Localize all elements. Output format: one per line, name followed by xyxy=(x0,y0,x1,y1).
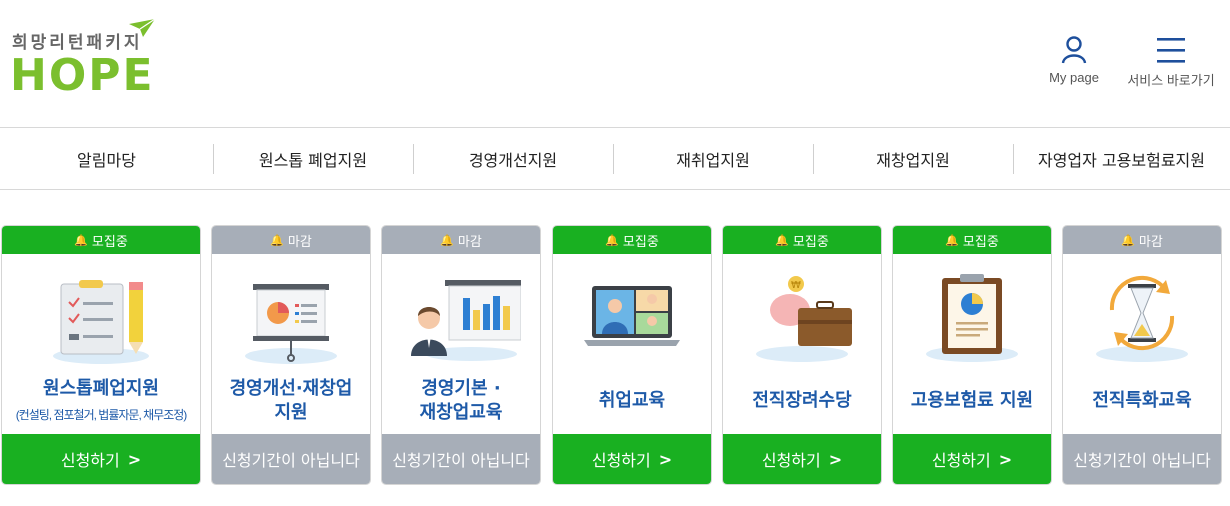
program-card[interactable]: 🔔 모집중 고용보험료 지원 신청하기 > xyxy=(892,225,1052,485)
program-card[interactable]: 🔔 마감 전직특화교육 신청기간이 아닙니다 xyxy=(1062,225,1222,485)
bell-icon: 🔔 xyxy=(270,234,284,247)
apply-button[interactable]: 신청하기 > xyxy=(893,434,1051,484)
bell-icon: 🔔 xyxy=(74,234,88,247)
checklist-pencil-icon xyxy=(2,266,200,376)
apply-button-disabled[interactable]: 신청기간이 아닙니다 xyxy=(212,434,370,484)
card-title: 경영개선·재창업 xyxy=(229,378,353,399)
program-card[interactable]: 🔔 모집중 취업교육 신청하기 > xyxy=(552,225,712,485)
program-card[interactable]: 🔔 모집중 원스톱폐업지원 (컨설팅, 점포철거, 법률자문, 채무조정) 신청하… xyxy=(1,225,201,485)
program-cards: 🔔 모집중 원스톱폐업지원 (컨설팅, 점포철거, 법률자문, 채무조정) 신청하… xyxy=(0,225,1230,487)
main-nav: 알림마당 원스톱 폐업지원 경영개선지원 재취업지원 재창업지원 자영업자 고용… xyxy=(0,127,1230,190)
program-card[interactable]: 🔔 모집중 ₩ 전직장려수당 신청하기 > xyxy=(722,225,882,485)
nav-item-notice[interactable]: 알림마당 xyxy=(0,128,213,189)
nav-item-restart-business[interactable]: 재창업지원 xyxy=(813,128,1013,189)
presentation-board-icon xyxy=(212,266,370,376)
clipboard-chart-icon xyxy=(893,266,1051,376)
paper-plane-icon xyxy=(129,18,156,37)
nav-item-reemployment[interactable]: 재취업지원 xyxy=(613,128,813,189)
hamburger-menu-icon xyxy=(1157,38,1185,63)
status-badge: 🔔 마감 xyxy=(382,226,540,254)
apply-button[interactable]: 신청하기 > xyxy=(553,434,711,484)
status-badge: 🔔 모집중 xyxy=(723,226,881,254)
hourglass-cycle-icon xyxy=(1063,266,1221,376)
card-title-line2: 재창업교육 xyxy=(419,402,503,423)
service-shortcut-label: 서비스 바로가기 xyxy=(1127,73,1215,88)
apply-button[interactable]: 신청하기 > xyxy=(723,434,881,484)
piggybank-briefcase-icon: ₩ xyxy=(723,266,881,376)
hope-logo[interactable]: 희망리턴패키지 HOPE xyxy=(10,18,160,101)
card-title: 전직장려수당 xyxy=(752,390,852,411)
status-badge: 🔔 마감 xyxy=(1063,226,1221,254)
apply-button-disabled[interactable]: 신청기간이 아닙니다 xyxy=(382,434,540,484)
mypage-label: My page xyxy=(1049,70,1099,85)
video-call-laptop-icon xyxy=(553,266,711,376)
site-header: 희망리턴패키지 HOPE My page 서비스 바로가기 xyxy=(0,0,1230,127)
card-title: 취업교육 xyxy=(598,390,666,411)
service-shortcut-link[interactable]: 서비스 바로가기 xyxy=(1126,36,1216,89)
status-badge: 🔔 모집중 xyxy=(2,226,200,254)
apply-button-disabled[interactable]: 신청기간이 아닙니다 xyxy=(1063,434,1221,484)
card-title: 전직특화교육 xyxy=(1092,390,1192,411)
bell-icon: 🔔 xyxy=(1121,234,1135,247)
bell-icon: 🔔 xyxy=(945,234,959,247)
chevron-right-icon: > xyxy=(998,449,1013,469)
apply-button[interactable]: 신청하기 > xyxy=(2,434,200,484)
chevron-right-icon: > xyxy=(127,449,142,469)
card-subtitle: (컨설팅, 점포철거, 법률자문, 채무조정) xyxy=(15,408,188,422)
chevron-right-icon: > xyxy=(658,449,673,469)
status-badge: 🔔 마감 xyxy=(212,226,370,254)
bell-icon: 🔔 xyxy=(605,234,619,247)
nav-item-management-improvement[interactable]: 경영개선지원 xyxy=(413,128,613,189)
card-title: 원스톱폐업지원 xyxy=(43,378,159,399)
svg-text:₩: ₩ xyxy=(791,280,801,291)
status-badge: 🔔 모집중 xyxy=(893,226,1051,254)
nav-item-closure-support[interactable]: 원스톱 폐업지원 xyxy=(213,128,413,189)
lecturer-chart-icon xyxy=(382,266,540,376)
logo-wordmark: HOPE xyxy=(10,50,155,101)
nav-item-employment-insurance[interactable]: 자영업자 고용보험료지원 xyxy=(1013,128,1230,189)
card-title: 고용보험료 지원 xyxy=(910,390,1034,411)
chevron-right-icon: > xyxy=(828,449,843,469)
mypage-link[interactable]: My page xyxy=(1044,36,1104,85)
user-icon xyxy=(1061,36,1087,64)
bell-icon: 🔔 xyxy=(775,234,789,247)
status-badge: 🔔 모집중 xyxy=(553,226,711,254)
card-title: 경영기본 · xyxy=(421,378,501,399)
program-card[interactable]: 🔔 마감 경영개선·재창업 지원 신청기간이 아닙니다 xyxy=(211,225,371,485)
program-card[interactable]: 🔔 마감 경영기본 · 재창업교육 신청기간이 아닙니다 xyxy=(381,225,541,485)
bell-icon: 🔔 xyxy=(440,234,454,247)
card-title-line2: 지원 xyxy=(274,402,308,423)
